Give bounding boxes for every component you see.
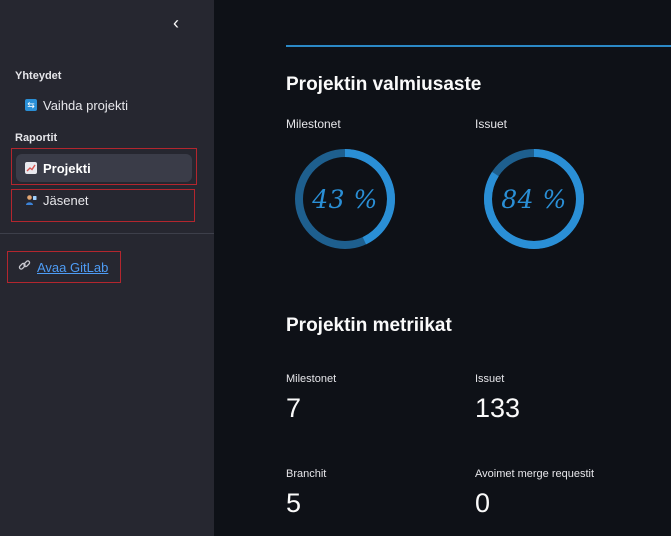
- sidebar-item-jasenet[interactable]: Jäsenet: [16, 186, 192, 214]
- gauge-milestonet: 43 %: [293, 147, 397, 251]
- top-divider: [286, 45, 671, 47]
- metric-value-branchit: 5: [286, 488, 302, 518]
- link-icon: [18, 259, 31, 275]
- sidebar-item-label: Jäsenet: [43, 192, 89, 208]
- chevron-left-icon[interactable]: ‹: [166, 12, 186, 34]
- gitlab-link-label[interactable]: Avaa GitLab: [37, 260, 108, 275]
- gitlab-link[interactable]: Avaa GitLab: [18, 259, 108, 275]
- gauge-label-issuet: Issuet: [475, 117, 508, 131]
- metric-value-merge-requests: 0: [475, 488, 491, 518]
- section-label-reports: Raportit: [15, 132, 58, 144]
- gauge-label-milestonet: Milestonet: [286, 117, 341, 131]
- section-label-connections: Yhteydet: [15, 70, 62, 82]
- sidebar: ‹ Yhteydet ⇆ Vaihda projekti Raportit Pr…: [0, 0, 214, 536]
- gauge-value-milestonet: 43 %: [312, 184, 378, 214]
- completion-title: Projektin valmiusaste: [286, 74, 482, 95]
- sidebar-item-projekti[interactable]: Projekti: [16, 154, 192, 182]
- gauge-issuet: 84 %: [482, 147, 586, 251]
- sidebar-item-label: Vaihda projekti: [43, 97, 129, 113]
- metric-label-issuet: Issuet: [475, 373, 505, 385]
- metric-value-milestonet: 7: [286, 393, 302, 423]
- metric-label-merge-requests: Avoimet merge requestit: [475, 468, 595, 480]
- gauge-value-issuet: 84 %: [501, 184, 567, 214]
- metric-label-branchit: Branchit: [286, 468, 327, 480]
- swap-icon: ⇆: [25, 99, 37, 111]
- sidebar-item-label: Projekti: [43, 160, 91, 176]
- person-icon: [25, 194, 37, 206]
- chart-icon: [25, 162, 37, 174]
- metrics-title: Projektin metriikat: [286, 315, 452, 336]
- metric-value-issuet: 133: [475, 393, 521, 423]
- main-content: Projektin valmiusaste Milestonet Issuet …: [214, 0, 671, 536]
- sidebar-item-vaihda-projekti[interactable]: ⇆ Vaihda projekti: [16, 91, 192, 119]
- metric-label-milestonet: Milestonet: [286, 373, 337, 385]
- sidebar-divider: [0, 233, 214, 234]
